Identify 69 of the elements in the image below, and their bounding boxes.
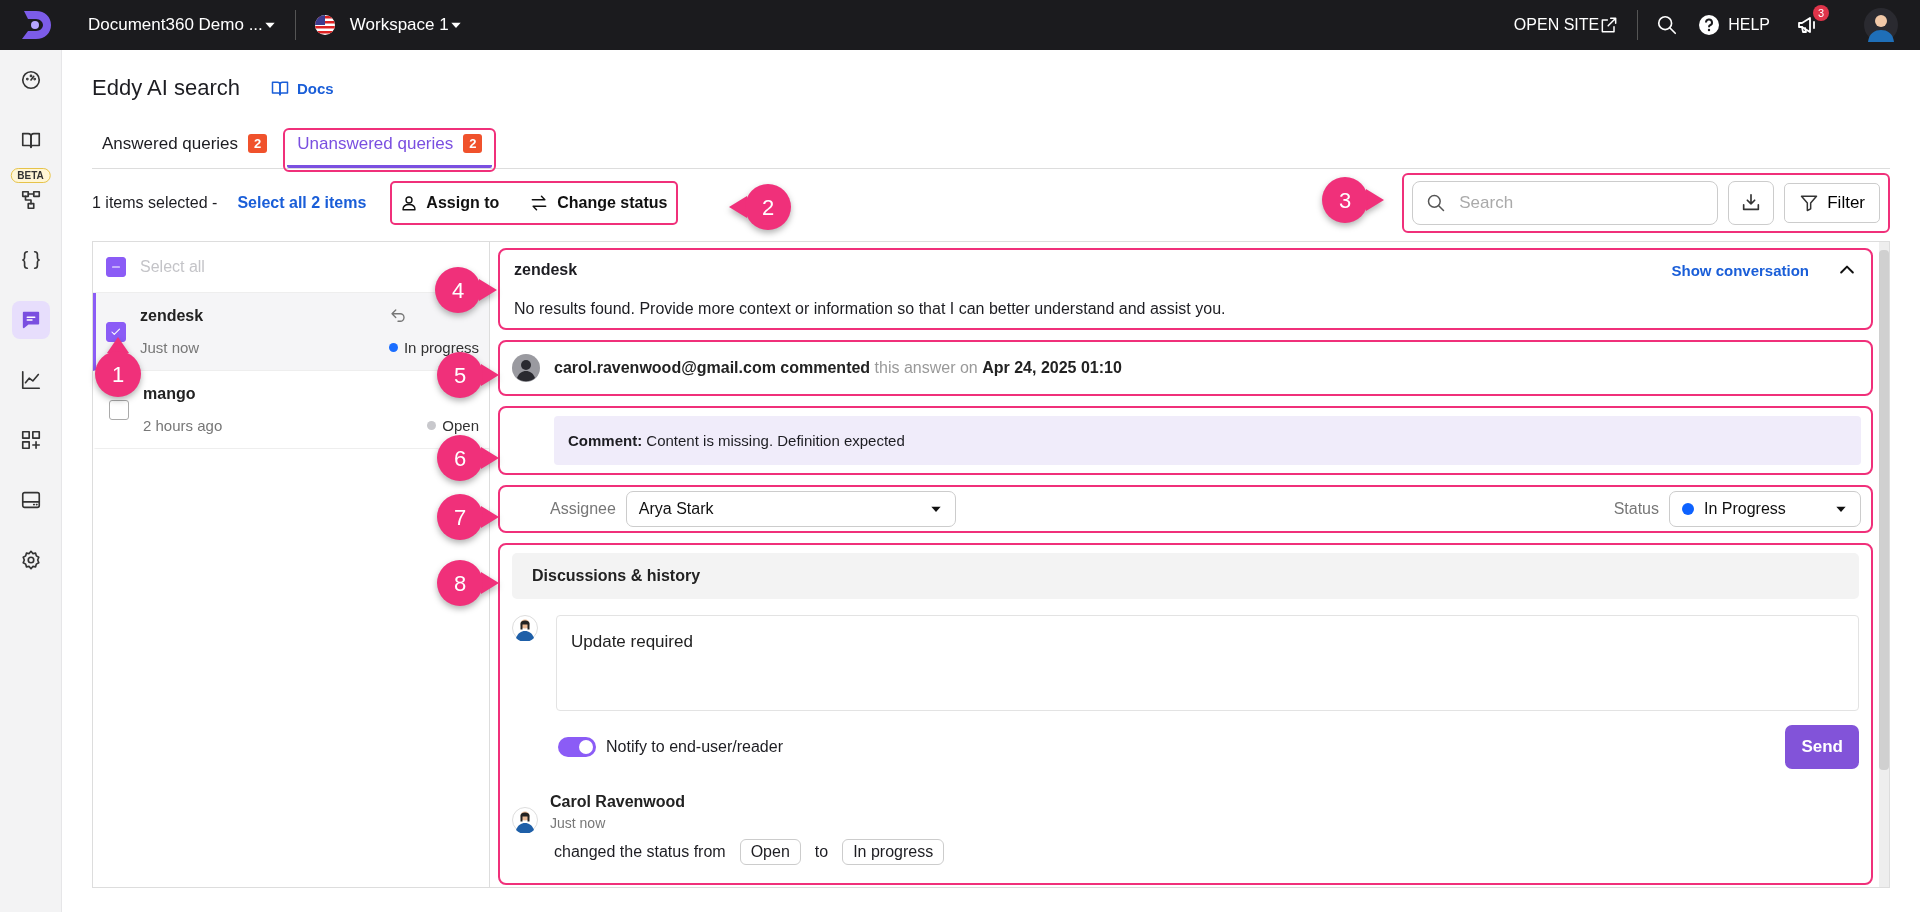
person-icon — [512, 807, 538, 833]
search-icon[interactable] — [1656, 14, 1679, 36]
count-badge: 2 — [248, 134, 268, 153]
reply-field[interactable]: Update required — [556, 615, 1859, 711]
user-icon — [400, 194, 419, 212]
open-site-link[interactable]: OPEN SITE — [1513, 16, 1600, 34]
line-chart-icon — [19, 369, 42, 391]
notification-badge: 3 — [1813, 5, 1829, 21]
page-title: Eddy AI search — [92, 75, 240, 101]
book-icon — [270, 78, 290, 98]
query-title: mango — [143, 385, 197, 403]
change-status-button[interactable]: Change status — [529, 193, 668, 213]
download-button[interactable] — [1728, 181, 1775, 225]
braces-icon — [19, 249, 42, 271]
diagram-icon — [19, 189, 42, 211]
avatar-icon — [512, 354, 540, 382]
apps-icon — [19, 429, 42, 451]
settings-icon — [19, 549, 42, 571]
dashboard-icon — [19, 69, 42, 91]
flag-icon — [313, 14, 336, 36]
select-all-link[interactable]: Select all 2 items — [237, 194, 367, 212]
comment-text: Comment: Content is missing. Definition expected — [554, 416, 1861, 465]
tab[interactable]: Answered queries 2 — [92, 132, 278, 168]
select-all-label: Select all — [140, 258, 205, 276]
project-name[interactable]: Document360 Demo ... — [88, 15, 263, 35]
notify-label: Notify to end-user/reader — [606, 738, 783, 756]
avatar-icon[interactable] — [1864, 8, 1898, 42]
status-label: Open — [442, 417, 479, 434]
answer-text: No results found. Provide more context or information so that I can better understand and assist you. — [514, 300, 1227, 318]
filter-icon — [1799, 193, 1820, 213]
person-icon — [512, 615, 538, 641]
send-button[interactable]: Send — [1785, 725, 1859, 769]
query-title: zendesk — [514, 261, 579, 279]
query-time: 2 hours ago — [143, 417, 224, 434]
history-text: to — [814, 843, 829, 861]
beta-badge: BETA — [10, 168, 51, 183]
query-title: zendesk — [140, 307, 205, 325]
scrollbar[interactable] — [1879, 242, 1889, 887]
search-icon — [1426, 193, 1447, 213]
status-dropdown[interactable]: In Progress — [1669, 491, 1861, 527]
status-tag: Open — [739, 839, 801, 865]
history-time: Just now — [550, 815, 607, 831]
docs-link[interactable]: Docs — [270, 78, 334, 98]
selection-count: 1 items selected - — [92, 194, 218, 212]
help-link[interactable]: HELP — [1728, 16, 1770, 34]
assign-to-button[interactable]: Assign to — [400, 194, 500, 212]
author-name: Carol Ravenwood — [550, 793, 687, 811]
status-label: Status — [1613, 500, 1659, 518]
checkbox[interactable] — [106, 321, 126, 342]
undo-icon[interactable] — [388, 307, 407, 325]
assignee-dropdown[interactable]: Arya Stark — [625, 491, 956, 527]
query-time: Just now — [140, 339, 201, 356]
select-all-checkbox[interactable] — [106, 257, 126, 277]
history-text: changed the status from — [554, 843, 726, 861]
tab[interactable]: Unanswered queries 2 — [287, 132, 493, 168]
status-tag: In progress — [842, 839, 945, 865]
comment-meta: carol.ravenwood@gmail.com commented this answer on Apr 24, 2025 01:10 — [554, 359, 1122, 377]
checkbox[interactable] — [109, 399, 129, 420]
assignee-label: Assignee — [550, 500, 616, 518]
drive-icon — [19, 489, 42, 511]
help-icon[interactable] — [1698, 14, 1721, 36]
count-badge: 2 — [463, 134, 483, 153]
show-conversation-link[interactable]: Show conversation — [1671, 261, 1809, 279]
filter-button[interactable]: Filter — [1784, 183, 1880, 223]
search-field[interactable]: Search — [1412, 181, 1719, 225]
notify-toggle[interactable] — [558, 737, 596, 757]
discussion-heading: Discussions & history — [512, 553, 1859, 599]
workspace-name[interactable]: Workspace 1 — [349, 15, 449, 35]
logo-icon[interactable] — [20, 9, 54, 41]
